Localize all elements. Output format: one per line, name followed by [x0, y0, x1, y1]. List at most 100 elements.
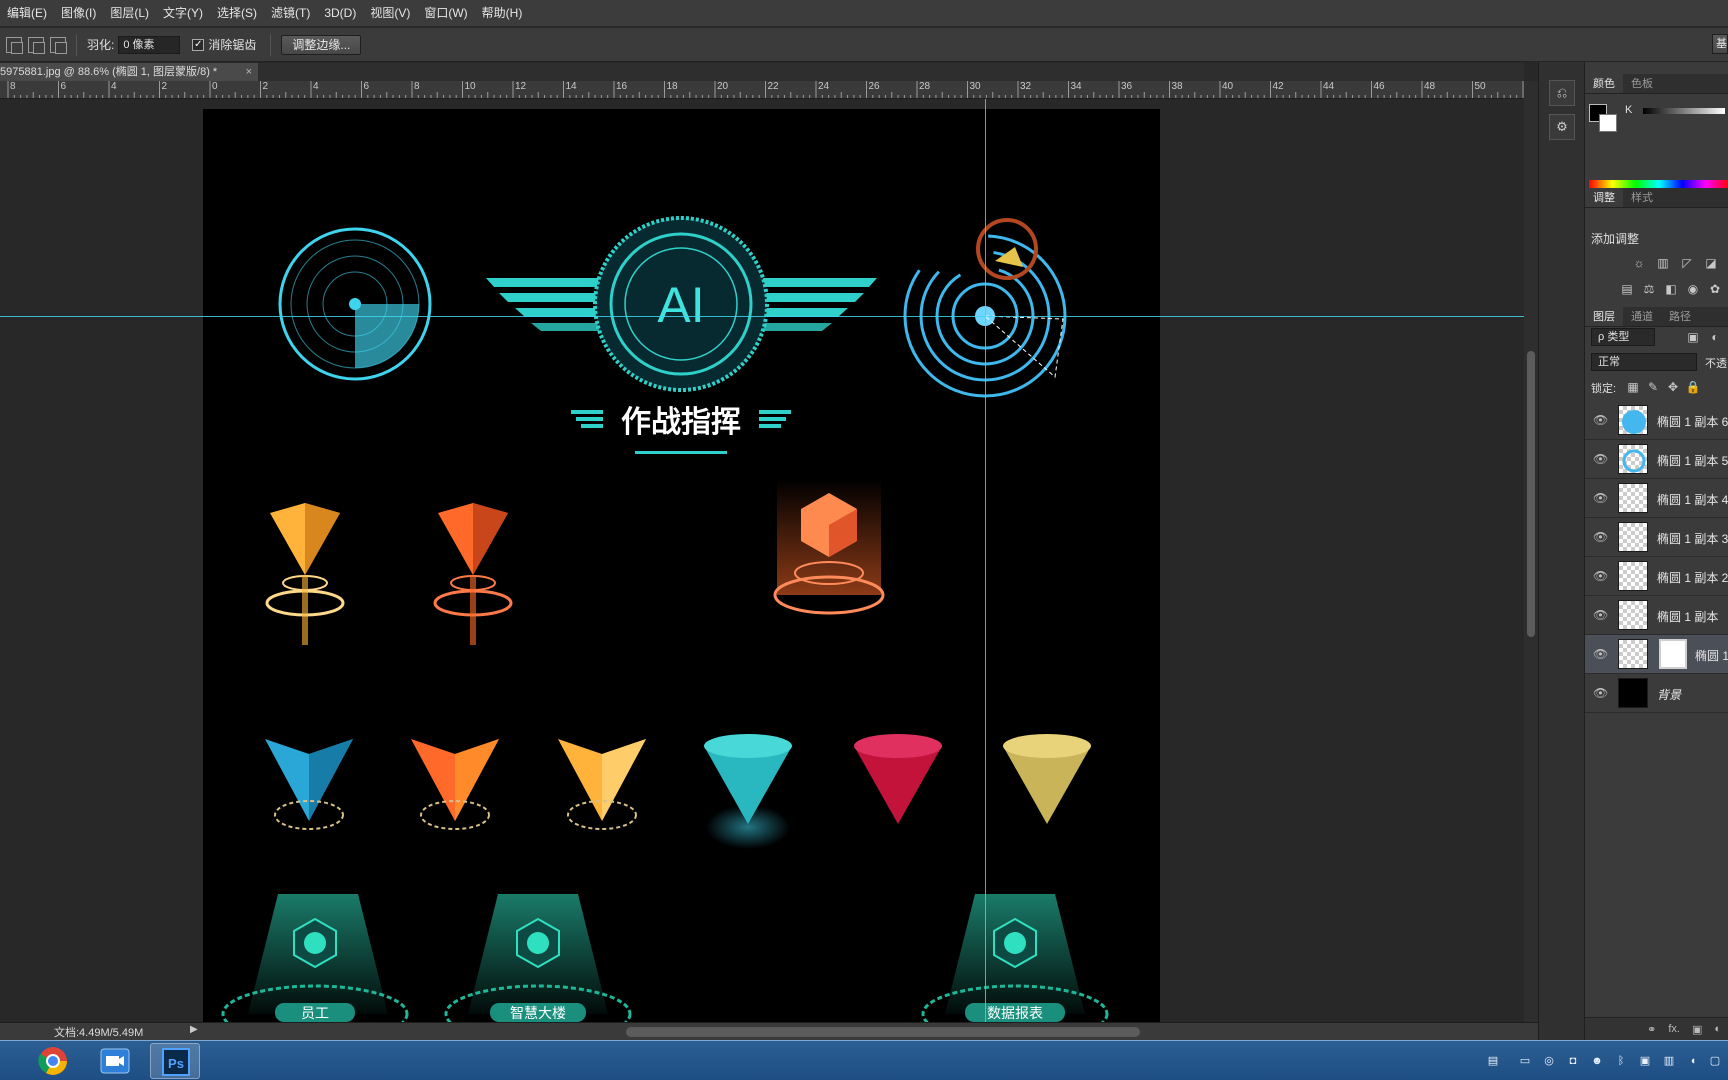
antialias-checkbox[interactable]: ✓: [192, 38, 205, 51]
tray-disc-icon[interactable]: ◎: [1542, 1054, 1556, 1068]
vertical-scrollbar[interactable]: [1524, 81, 1538, 1022]
visibility-eye-icon[interactable]: 👁: [1593, 491, 1608, 505]
document-canvas[interactable]: AI 作战指挥 员工 智慧大楼 数据报表: [203, 109, 1160, 1022]
tab-styles[interactable]: 样式: [1623, 188, 1661, 207]
selection-subtract-mode-icon[interactable]: [28, 36, 45, 54]
vertical-scroll-thumb[interactable]: [1527, 351, 1535, 637]
tray-volume-icon[interactable]: ◖: [1686, 1054, 1700, 1068]
feather-input[interactable]: 0 像素: [118, 35, 181, 54]
status-menu-arrow-icon[interactable]: ▶: [190, 1024, 198, 1035]
layer-name[interactable]: 椭圆 1 副本 2: [1657, 569, 1728, 586]
chrome-taskbar-button[interactable]: [28, 1043, 78, 1079]
new-adjustment-icon[interactable]: ◐: [1714, 1023, 1721, 1035]
k-slider[interactable]: [1643, 108, 1725, 114]
levels-icon[interactable]: ▥: [1655, 256, 1671, 270]
horizontal-ruler[interactable]: 8 6 4 2 0 2 4 6 8 10 12 14 16 18 20 22 24 26 28 30 32 34 36 38 4…: [0, 81, 1524, 99]
color-balance-icon[interactable]: ⚖: [1641, 282, 1657, 296]
lock-pixels-icon[interactable]: ✎: [1645, 380, 1661, 394]
selection-add-mode-icon[interactable]: [6, 36, 23, 54]
brightness-icon[interactable]: ☼: [1631, 256, 1647, 270]
layer-name[interactable]: 椭圆 1 副本 3: [1657, 530, 1728, 547]
tab-paths[interactable]: 路径: [1661, 307, 1699, 326]
layer-mask-thumbnail[interactable]: [1659, 639, 1687, 669]
menu-view[interactable]: 视图(V): [363, 0, 417, 27]
filter-pixel-icon[interactable]: ▣: [1685, 330, 1701, 344]
background-color-swatch[interactable]: [1599, 114, 1617, 132]
curves-icon[interactable]: ◸: [1679, 256, 1695, 270]
visibility-eye-icon[interactable]: 👁: [1593, 608, 1608, 622]
workspace-switcher-button[interactable]: 基: [1712, 34, 1728, 54]
ruler-number: 4: [313, 81, 319, 92]
layer-name[interactable]: 椭圆 1: [1695, 647, 1728, 664]
canvas-area[interactable]: AI 作战指挥 员工 智慧大楼 数据报表: [0, 99, 1524, 1022]
filter-adjustment-icon[interactable]: ◐: [1707, 330, 1723, 344]
vibrance-icon[interactable]: ▤: [1619, 282, 1635, 296]
menu-help[interactable]: 帮助(H): [475, 0, 530, 27]
menu-filter[interactable]: 滤镜(T): [264, 0, 317, 27]
menu-window[interactable]: 窗口(W): [417, 0, 474, 27]
refine-edge-button[interactable]: 调整边缘...: [281, 34, 362, 55]
tray-bluetooth-icon[interactable]: ᛒ: [1614, 1054, 1628, 1068]
history-panel-icon[interactable]: ⎌: [1549, 80, 1575, 106]
menu-3d[interactable]: 3D(D): [317, 0, 363, 27]
tray-shield-icon[interactable]: ◘: [1566, 1054, 1580, 1068]
tray-qq-icon[interactable]: ☻: [1590, 1054, 1604, 1068]
lock-transparent-icon[interactable]: ▦: [1625, 380, 1641, 394]
layer-name[interactable]: 椭圆 1 副本 5: [1657, 452, 1728, 469]
layer-name[interactable]: 椭圆 1 副本 4: [1657, 491, 1728, 508]
layer-row[interactable]: 👁 背景: [1585, 674, 1728, 713]
vertical-guide[interactable]: [985, 99, 986, 1022]
tab-color[interactable]: 颜色: [1585, 74, 1623, 93]
visibility-eye-icon[interactable]: 👁: [1593, 413, 1608, 427]
close-icon[interactable]: ×: [246, 63, 252, 81]
layer-row-selected[interactable]: 👁 椭圆 1: [1585, 635, 1728, 674]
menu-layer[interactable]: 图层(L): [103, 0, 156, 27]
visibility-eye-icon[interactable]: 👁: [1593, 452, 1608, 466]
layer-row[interactable]: 👁 椭圆 1 副本 3: [1585, 518, 1728, 557]
photoshop-taskbar-button[interactable]: Ps: [150, 1043, 200, 1079]
layer-row[interactable]: 👁 椭圆 1 副本 5: [1585, 440, 1728, 479]
exposure-icon[interactable]: ◪: [1703, 256, 1719, 270]
selection-intersect-mode-icon[interactable]: [50, 36, 67, 54]
layer-row[interactable]: 👁 椭圆 1 副本 4: [1585, 479, 1728, 518]
visibility-eye-icon[interactable]: 👁: [1593, 569, 1608, 583]
tab-channels[interactable]: 通道: [1623, 307, 1661, 326]
layer-row[interactable]: 👁 椭圆 1 副本 2: [1585, 557, 1728, 596]
menu-edit[interactable]: 编辑(E): [0, 0, 54, 27]
tray-display-icon[interactable]: ▭: [1518, 1054, 1532, 1068]
tray-flag-icon[interactable]: ▤: [1486, 1054, 1500, 1068]
visibility-eye-icon[interactable]: 👁: [1593, 686, 1608, 700]
layer-filter-select[interactable]: ρ 类型: [1591, 328, 1655, 346]
menu-image[interactable]: 图像(I): [54, 0, 103, 27]
properties-panel-icon[interactable]: ⚙: [1549, 114, 1575, 140]
photo-filter-icon[interactable]: ◉: [1685, 282, 1701, 296]
tab-layers[interactable]: 图层: [1585, 307, 1623, 326]
video-app-taskbar-button[interactable]: [90, 1043, 140, 1079]
link-layers-icon[interactable]: ⚭: [1647, 1023, 1656, 1036]
visibility-eye-icon[interactable]: 👁: [1593, 530, 1608, 544]
channel-mixer-icon[interactable]: ✿: [1707, 282, 1723, 296]
layer-row[interactable]: 👁 椭圆 1 副本: [1585, 596, 1728, 635]
layer-row[interactable]: 👁 椭圆 1 副本 6: [1585, 401, 1728, 440]
tray-notification-icon[interactable]: ▢: [1708, 1054, 1722, 1068]
tray-gpu-icon[interactable]: ▣: [1638, 1054, 1652, 1068]
lock-position-icon[interactable]: ✥: [1665, 380, 1681, 394]
add-mask-icon[interactable]: ▣: [1692, 1023, 1702, 1036]
tray-network-icon[interactable]: ▥: [1662, 1054, 1676, 1068]
menu-select[interactable]: 选择(S): [210, 0, 264, 27]
lock-all-icon[interactable]: 🔒: [1685, 380, 1701, 394]
layer-style-icon[interactable]: fx.: [1668, 1023, 1680, 1035]
visibility-eye-icon[interactable]: 👁: [1593, 647, 1608, 661]
tab-adjustments[interactable]: 调整: [1585, 188, 1623, 207]
tab-swatches[interactable]: 色板: [1623, 74, 1661, 93]
black-white-icon[interactable]: ◧: [1663, 282, 1679, 296]
blend-mode-select[interactable]: 正常: [1591, 353, 1697, 371]
layer-name[interactable]: 椭圆 1 副本 6: [1657, 413, 1728, 430]
horizontal-scroll-thumb[interactable]: [626, 1027, 1140, 1037]
layer-name[interactable]: 背景: [1657, 686, 1681, 703]
horizontal-guide[interactable]: [0, 316, 1524, 317]
layer-thumbnail: [1618, 522, 1648, 552]
menu-type[interactable]: 文字(Y): [156, 0, 210, 27]
document-tab[interactable]: 5975881.jpg @ 88.6% (椭圆 1, 图层蒙版/8) * ×: [0, 63, 258, 81]
layer-name[interactable]: 椭圆 1 副本: [1657, 608, 1718, 625]
